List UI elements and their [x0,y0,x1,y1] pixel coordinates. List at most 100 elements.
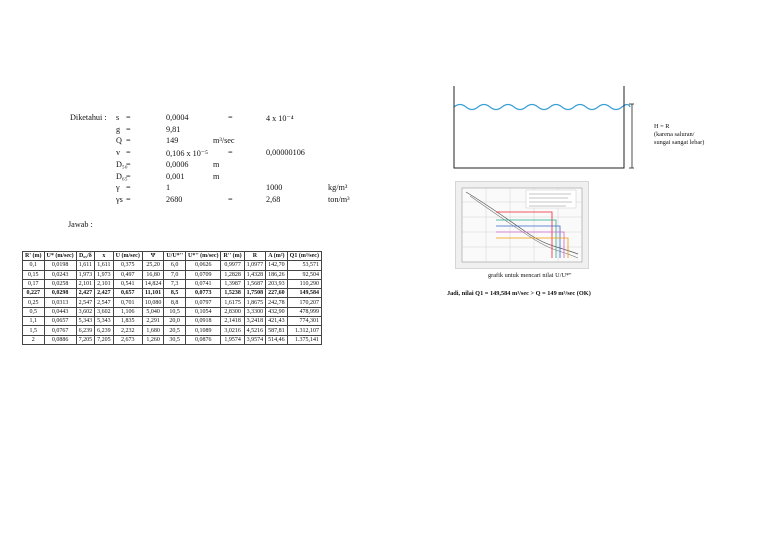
table-cell: 1,835 [112,316,143,327]
table-cell: 1,5 [22,325,45,336]
table-cell: 0,0198 [43,260,77,271]
table-cell: 92,504 [286,269,322,280]
table-cell: 1,3987 [220,278,245,290]
given-val: 0,001 [166,171,185,181]
given-val: 0,0004 [166,113,189,122]
table-cell: 20,5 [163,325,186,336]
table-cell: 1,680 [141,325,165,336]
table-cell: 3,9574 [243,334,267,345]
table-cell: 0,227 [22,288,45,299]
table-cell: 149,584 [286,288,322,299]
given-eq: = [126,159,131,169]
table-cell: 1,5238 [220,288,245,299]
jawab-label: Jawab : [68,220,93,229]
given-val: 2680 [166,194,183,204]
given-unit: m [213,171,220,181]
given-val2: 4 x 10⁻⁴ [266,114,294,123]
given-sym: Q [116,136,122,146]
table-cell: 1,4328 [243,269,267,280]
table-cell: 0,701 [112,297,143,308]
given-sym: g [116,124,121,134]
given-val2: 2,68 [266,194,281,204]
table-cell: 2,427 [94,288,114,299]
column-header: U (m/sec) [112,250,143,262]
given-eq: = [126,136,131,146]
column-header: R'' (m) [220,250,245,262]
table-cell: 227,60 [265,288,288,299]
channel-walls [453,86,625,169]
graph-figure [455,181,589,269]
given-sym: γ [116,183,120,193]
given-eq2: = [228,148,233,158]
table-cell: 53,571 [286,260,322,271]
column-header: A (m²) [265,250,288,262]
table-cell: 0,25 [22,297,45,308]
table-cell: 1,2828 [220,269,245,280]
table-row: 0,15 0,0243 1,973 1,973 0,497 16,80 7,0 0,0709 1… [22,269,322,280]
table-cell: 5,343 [94,316,114,327]
table-body: 0,1 0,0198 1,611 1,611 0,375 25,20 6,0 0,0626 0,… [22,260,322,345]
given-unit2: kg/m³ [328,183,348,193]
table-cell: 1,260 [141,334,165,345]
table-cell: 2,232 [112,325,143,336]
table-cell: 2,291 [141,316,165,327]
table-cell: 0,9977 [220,260,245,271]
table-cell: 7,0 [163,269,186,280]
table-cell: 0,0657 [43,316,77,327]
table-cell: 514,46 [265,334,288,345]
table-row: 1,1 0,0657 5,343 5,343 1,835 2,291 20,0 0,0918 2… [22,316,322,327]
table-cell: 2,547 [75,297,96,308]
column-header: R [243,250,267,262]
graph-image [461,187,583,263]
given-sym: γs [116,194,123,204]
table-cell: 1,106 [112,306,143,318]
calculation-table: R' (m) U* (m/sec) D₆₅/δ x U (m/sec) Ψ U/U*'' U*… [22,250,322,345]
table-cell: 7,205 [94,334,114,345]
table-cell: 0,497 [112,269,143,280]
table-cell: 0,375 [112,260,143,271]
table-row: 0,227 0,0298 2,427 2,427 0,657 11,101 8,5 0,077… [22,288,322,299]
given-unit2: ton/m³ [328,194,350,204]
water-surface [453,103,631,111]
given-val: 149 [166,136,179,146]
table-cell: 421,43 [265,316,288,327]
table-cell: 1,6175 [220,297,245,308]
table-cell: 0,0298 [43,288,77,299]
given-eq: = [126,183,131,193]
table-cell: 203,93 [265,278,288,290]
given-eq: = [126,113,131,122]
given-val: 9,81 [166,124,181,134]
table-cell: 0,15 [22,269,45,280]
table-cell: 1,0977 [243,260,267,271]
given-unit: m [213,159,220,169]
table-cell: 25,20 [141,260,165,271]
table-cell: 11,101 [141,288,165,299]
table-cell: 2,547 [94,297,114,308]
given-eq2: = [228,113,233,122]
table-cell: 8,5 [163,288,186,299]
table-cell: 0,1089 [184,325,222,336]
table-cell: 0,0709 [184,269,222,280]
table-cell: 186,26 [265,269,288,280]
table-cell: 8,8 [163,297,186,308]
table-cell: 6,239 [75,325,96,336]
table-cell: 1,5687 [243,278,267,290]
table-cell: 0,0243 [43,269,77,280]
column-header: U* (m/sec) [43,250,77,262]
given-val: 0,106 x 10⁻⁵ [166,149,208,159]
table-cell: 3,2418 [243,316,267,327]
table-cell: 7,205 [75,334,96,345]
column-header: U/U*'' [163,250,186,262]
conclusion-text: Jadi, nilai Q1 = 149,584 m³/sec > Q = 14… [447,290,591,297]
table-cell: 0,0626 [184,260,222,271]
given-eq: = [126,148,131,158]
table-cell: 0,657 [112,288,143,299]
table-cell: 478,999 [286,306,322,318]
table-cell: 7,3 [163,278,186,290]
table-cell: 16,80 [141,269,165,280]
table-cell: 0,0313 [43,297,77,308]
table-cell: 14,824 [141,278,165,290]
table-cell: 774,301 [286,316,322,327]
table-cell: 0,0443 [43,306,77,318]
given-sym: v [116,148,121,158]
